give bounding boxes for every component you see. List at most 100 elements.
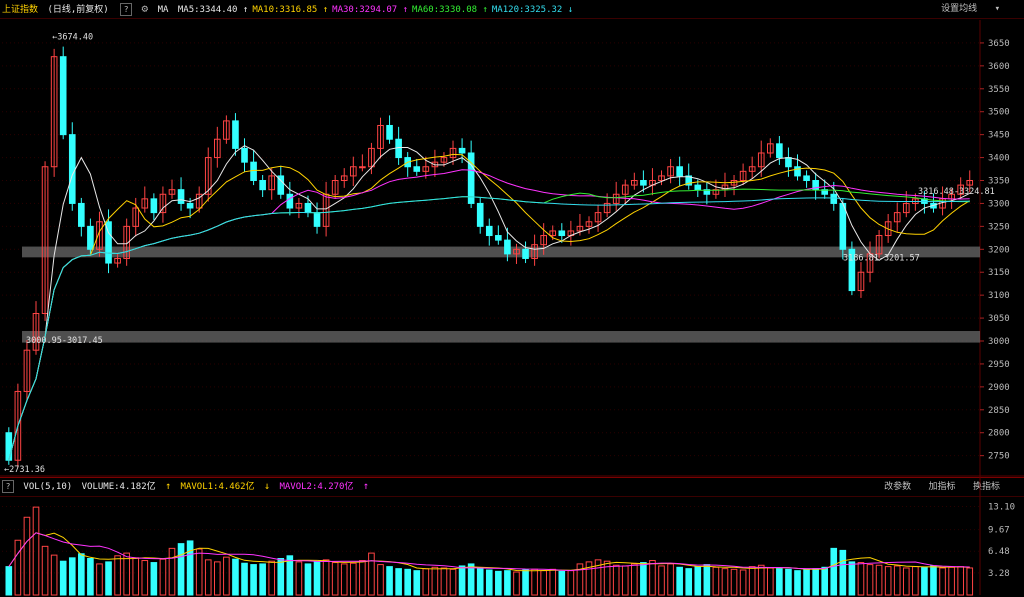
volume-bar: [214, 561, 221, 596]
volume-bar: [23, 516, 31, 596]
volume-bar: [123, 552, 130, 596]
volume-bar: [340, 563, 348, 596]
volume-bar: [667, 563, 674, 596]
price-tick-label: 2750: [988, 452, 1010, 462]
volume-bar: [966, 567, 974, 596]
volume-bar: [277, 558, 285, 596]
candle-body: [59, 56, 67, 136]
volume-bar: [195, 548, 203, 596]
candle-body: [676, 166, 683, 177]
candle-body: [558, 230, 566, 237]
volume-bar: [50, 554, 58, 596]
volume-bar: [485, 569, 493, 596]
volume-bar: [322, 559, 330, 596]
volume-bar: [141, 560, 149, 596]
price-tick-label: 2950: [988, 360, 1010, 370]
volume-bar: [422, 568, 430, 596]
volume-bar: [893, 565, 901, 596]
band-low-label: 3000.95-3017.45: [26, 336, 103, 346]
price-tick-label: 3450: [988, 131, 1010, 141]
candle-body: [150, 198, 158, 214]
candle-body: [794, 166, 801, 177]
volume-bar: [766, 567, 774, 596]
support-band: [22, 331, 980, 343]
price-tick-label: 3050: [988, 314, 1010, 324]
volume-bar: [694, 566, 702, 596]
volume-bar: [930, 565, 937, 596]
volume-bar: [295, 561, 303, 596]
candle-body: [485, 225, 493, 237]
candle-body: [241, 147, 248, 163]
volume-bar: [177, 543, 185, 596]
volume-bar: [331, 562, 339, 596]
volume-bar: [939, 567, 946, 596]
volume-bar: [821, 566, 829, 596]
volume-bar: [68, 557, 76, 596]
candle-body: [476, 202, 484, 227]
volume-bar: [87, 558, 94, 596]
volume-bar: [649, 560, 656, 596]
volume-bar: [105, 561, 112, 596]
volume-bar: [921, 566, 928, 596]
volume-bar: [785, 568, 792, 596]
volume-bar: [495, 570, 502, 596]
volume-bar: [150, 562, 158, 596]
volume-bar: [78, 553, 85, 596]
price-tick-label: 3000: [988, 337, 1010, 347]
volume-bar: [413, 570, 421, 596]
volume-bar: [884, 566, 892, 596]
volume-bar: [902, 567, 910, 596]
price-tick-label: 3550: [988, 85, 1010, 95]
volume-bar: [739, 569, 747, 596]
volume-bar: [304, 563, 312, 596]
volume-bar: [875, 564, 883, 596]
candle-body: [386, 124, 393, 140]
volume-bar: [839, 549, 847, 596]
volume-bar: [14, 539, 22, 596]
candle-body: [177, 189, 185, 204]
volume-bar: [313, 561, 321, 596]
candle-body: [5, 432, 13, 461]
volume-bar: [830, 547, 838, 596]
candle-body: [694, 184, 702, 191]
volume-tick-label: 13.10: [988, 502, 1015, 512]
candle-body: [395, 138, 402, 159]
candle-body: [458, 147, 466, 154]
volume-bar: [748, 566, 756, 596]
volume-bar: [803, 568, 810, 596]
volume-bar: [41, 545, 49, 596]
volume-bar: [458, 565, 466, 596]
candle-body: [259, 180, 266, 191]
volume-bar: [268, 560, 276, 596]
volume-bar: [186, 540, 194, 596]
volume-bar: [476, 568, 484, 596]
volume-bar: [757, 564, 765, 596]
candle-body: [785, 157, 792, 168]
volume-bar: [59, 560, 67, 596]
volume-bar: [96, 563, 103, 596]
volume-bar: [286, 555, 294, 596]
candle-body: [803, 175, 810, 182]
candle-body: [313, 212, 321, 227]
volume-bar: [241, 562, 248, 596]
volume-bar: [132, 557, 140, 596]
price-tick-label: 3200: [988, 245, 1010, 255]
price-tick-label: 3100: [988, 291, 1010, 301]
candle-body: [78, 202, 85, 227]
candle-body: [286, 193, 294, 209]
price-tick-label: 2800: [988, 429, 1010, 439]
volume-bar: [349, 562, 357, 596]
volume-bar: [504, 570, 511, 596]
kline-chart[interactable]: 2750 2800 2850 2900 2950 3000 3050 3100 3150 3200…: [0, 0, 1024, 597]
volume-bar: [250, 564, 257, 596]
candle-body: [232, 120, 239, 149]
price-tick-label: 3400: [988, 154, 1010, 164]
volume-bar: [640, 562, 647, 596]
high-price-label: ←3674.40: [52, 33, 93, 43]
price-tick-label: 2900: [988, 383, 1010, 393]
volume-bar: [386, 566, 393, 596]
volume-bar: [621, 565, 629, 596]
candle-body: [839, 202, 847, 250]
volume-tick-label: 3.28: [988, 569, 1010, 579]
volume-tick-label: 9.67: [988, 526, 1010, 536]
